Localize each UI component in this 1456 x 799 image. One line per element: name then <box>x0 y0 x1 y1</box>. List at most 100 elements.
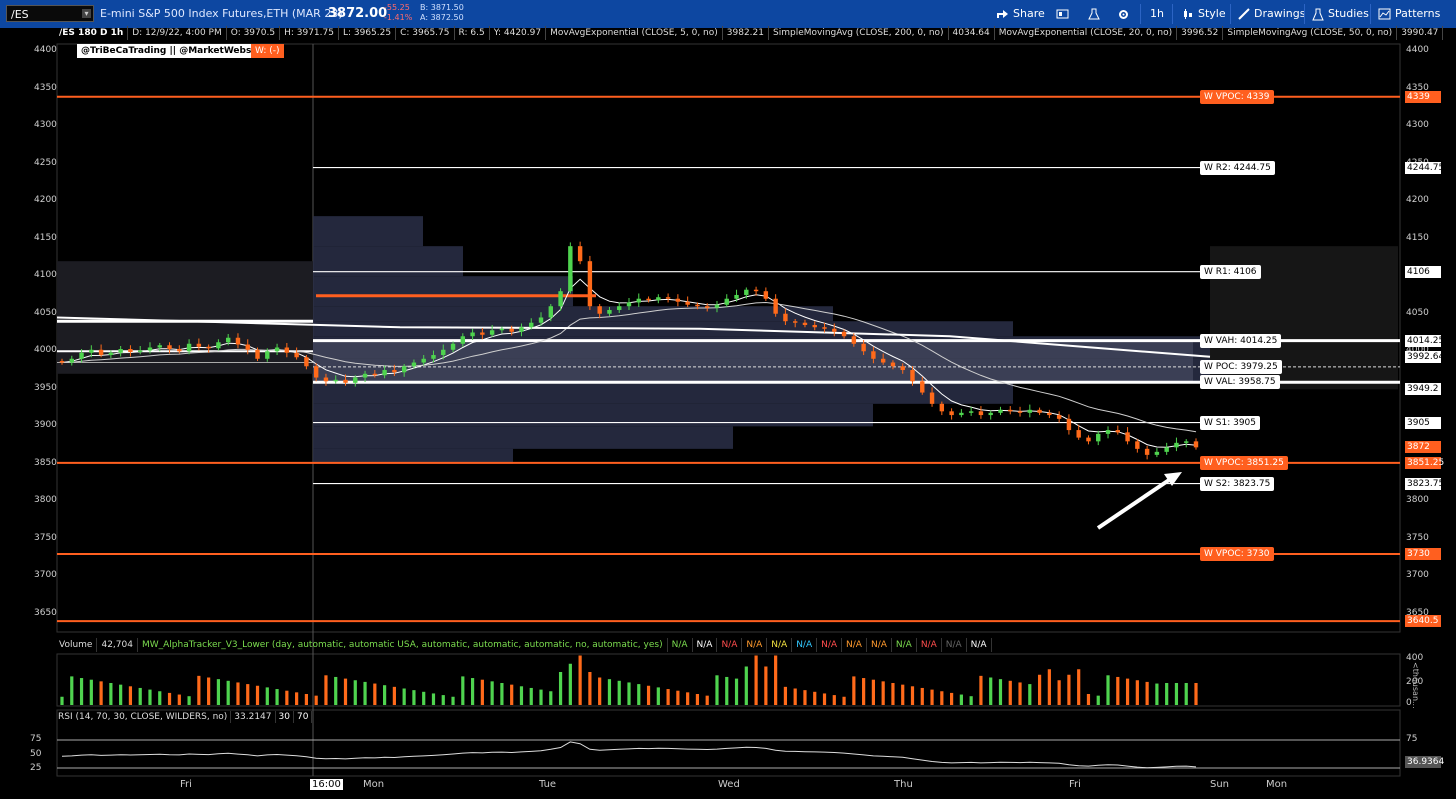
candle-body <box>949 411 954 416</box>
volume-bar <box>852 676 856 705</box>
level-label: W S2: 3823.75 <box>1200 476 1275 491</box>
x-tick: Tue <box>539 779 557 790</box>
volume-bar <box>470 678 475 705</box>
alpha-tracker-label[interactable]: MW_AlphaTracker_V3_Lower (day, automatic… <box>138 638 668 652</box>
candle-body <box>343 379 348 383</box>
candle-body <box>323 377 329 382</box>
symbol-selector[interactable]: /ES ▾ <box>6 5 94 22</box>
na-item: N/A <box>842 638 867 652</box>
volume-bar <box>373 683 377 705</box>
volume-bar <box>441 695 445 705</box>
na-item: N/A <box>742 638 768 652</box>
settings-button[interactable] <box>1117 0 1130 28</box>
volume-bar <box>1086 694 1091 705</box>
volume-bar <box>832 695 836 705</box>
volume-bar <box>998 679 1003 705</box>
candle-body <box>255 349 260 359</box>
volume-bar <box>989 677 993 705</box>
candle-body <box>529 322 534 328</box>
volume-bar <box>695 694 700 705</box>
candle-body <box>450 343 456 350</box>
flask-button[interactable] <box>1088 0 1100 28</box>
candle-body <box>968 411 974 413</box>
sma200-label[interactable]: SimpleMovingAvg (CLOSE, 200, 0, no) <box>769 26 949 40</box>
candle-body <box>861 343 866 352</box>
volume-bar <box>578 655 582 705</box>
candle-body <box>841 331 847 337</box>
candle-body <box>265 351 270 359</box>
candle-body <box>1174 442 1179 448</box>
candle-body <box>89 349 94 353</box>
style-button[interactable]: Style <box>1182 0 1226 28</box>
level-label: W VPOC: 4339 <box>1200 89 1274 104</box>
annotation-arrow[interactable] <box>1096 472 1182 530</box>
price-tag: 4244.75 <box>1405 161 1445 174</box>
share-button[interactable]: Share <box>996 0 1045 28</box>
volume-bar <box>99 681 103 705</box>
na-item: N/A <box>967 638 992 652</box>
volume-bar <box>764 666 768 705</box>
volume-bar <box>754 655 758 705</box>
volume-bar <box>676 690 680 705</box>
x-tick: Fri <box>180 779 192 790</box>
candle-style-icon <box>1184 9 1192 19</box>
profile-row <box>313 381 1013 404</box>
price-chart[interactable] <box>0 28 1456 799</box>
patterns-button[interactable]: Patterns <box>1378 0 1440 28</box>
volume-bar <box>461 676 465 705</box>
level-label: W VPOC: 3851.25 <box>1200 455 1288 470</box>
timeframe-button[interactable]: 1h <box>1150 0 1164 28</box>
x-tick: Fri <box>1069 779 1081 790</box>
candle-body <box>1115 430 1120 433</box>
volume-bar <box>1096 695 1100 705</box>
volume-bar <box>119 684 123 705</box>
na-items: N/A N/A N/A N/A N/A N/A N/A N/A N/A N/A N/A N/A N/A <box>668 638 992 652</box>
volume-bar <box>324 675 328 705</box>
candle-body <box>802 322 808 325</box>
volume-bar <box>646 685 651 705</box>
volume-bar <box>1184 683 1188 705</box>
drawings-button[interactable]: Drawings <box>1238 0 1305 28</box>
na-item: N/A <box>817 638 843 652</box>
volume-bar <box>686 692 690 705</box>
volume-label: Volume <box>55 638 98 652</box>
bar-close: C: 3965.75 <box>396 26 455 40</box>
volume-bar <box>930 689 934 705</box>
volume-bar <box>549 691 553 705</box>
sma50-label[interactable]: SimpleMovingAvg (CLOSE, 50, 0, no) <box>1223 26 1398 40</box>
chevron-down-icon[interactable]: ▾ <box>82 9 91 18</box>
studies-button[interactable]: Studies <box>1312 0 1369 28</box>
candle-body <box>489 330 495 335</box>
ask-value: A: 3872.50 <box>420 13 464 22</box>
volume-bar <box>226 680 230 705</box>
candle-body <box>1086 437 1091 442</box>
y-tick-left: 4350 <box>34 82 57 93</box>
volume-bar <box>1067 674 1071 705</box>
profile-row <box>313 426 733 449</box>
volume-bar <box>519 686 524 705</box>
candle-body <box>128 349 133 353</box>
candle-body <box>470 332 475 337</box>
candle-body <box>978 411 984 416</box>
volume-bar <box>607 679 612 705</box>
ema20-label[interactable]: MovAvgExponential (CLOSE, 20, 0, no) <box>995 26 1178 40</box>
price-tag: 3905 <box>1405 416 1441 429</box>
volume-bar <box>392 686 396 705</box>
volume-bar <box>803 690 807 705</box>
candle-body <box>548 306 553 318</box>
candle-body <box>577 246 583 262</box>
compare-button[interactable] <box>1056 0 1069 28</box>
profile-block-left <box>57 261 313 374</box>
volume-bar <box>451 696 455 705</box>
arrow-shaft <box>1096 476 1174 530</box>
price-tag: 3823.75 <box>1405 477 1445 490</box>
volume-bar <box>275 689 279 705</box>
level-label: W VAL: 3958.75 <box>1200 375 1280 390</box>
change-percent: -1.41% <box>384 13 413 22</box>
ema5-label[interactable]: MovAvgExponential (CLOSE, 5, 0, no) <box>546 26 723 40</box>
volume-bar <box>109 683 113 705</box>
rsi-line <box>61 741 1197 769</box>
rsi-label[interactable]: RSI (14, 70, 30, CLOSE, WILDERS, no) <box>55 711 232 723</box>
y-tick-left: 4100 <box>34 270 57 281</box>
x-tick: Sun <box>1210 779 1230 790</box>
